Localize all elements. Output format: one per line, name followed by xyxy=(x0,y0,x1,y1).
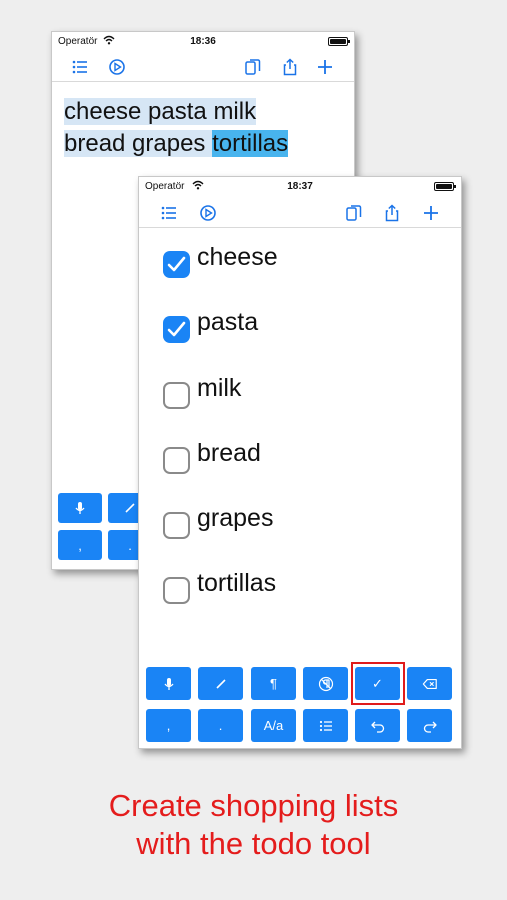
mic-key[interactable] xyxy=(58,493,102,523)
todo-item[interactable]: pasta xyxy=(139,304,461,344)
selected-text: bread grapes xyxy=(64,130,213,157)
status-time: 18:36 xyxy=(190,36,216,47)
checkbox-unchecked[interactable] xyxy=(163,512,190,539)
front-phone-screen: Operatör 18:37 cheese pasta milk bread g… xyxy=(138,176,462,749)
redo-key[interactable] xyxy=(407,709,452,742)
paragraph-key[interactable]: ¶ xyxy=(251,667,296,700)
copy-icon[interactable] xyxy=(241,56,265,78)
play-circle-icon[interactable] xyxy=(105,56,129,78)
delete-key[interactable] xyxy=(407,667,452,700)
list-icon xyxy=(319,720,332,731)
period-key[interactable]: . xyxy=(198,709,243,742)
play-circle-icon[interactable] xyxy=(196,202,220,224)
todo-item[interactable]: milk xyxy=(139,370,461,410)
caption-line-2: with the todo tool xyxy=(136,826,371,861)
wifi-icon xyxy=(103,35,115,45)
redo-icon xyxy=(423,721,437,733)
no-paragraph-key[interactable] xyxy=(303,667,348,700)
toolbar xyxy=(139,198,461,228)
slash-key[interactable] xyxy=(198,667,243,700)
checkmark-icon xyxy=(167,321,186,337)
copy-icon[interactable] xyxy=(342,202,366,224)
highlighted-word: tortillas xyxy=(212,130,289,157)
text-line-2: bread grapes tortillas xyxy=(64,128,289,160)
share-icon[interactable] xyxy=(278,56,302,78)
mic-key[interactable] xyxy=(146,667,191,700)
slash-icon xyxy=(125,503,135,513)
undo-icon xyxy=(370,721,384,733)
todo-label: pasta xyxy=(197,308,259,336)
todo-label: bread xyxy=(197,439,261,467)
list-key[interactable] xyxy=(303,709,348,742)
todo-label: cheese xyxy=(197,243,278,271)
checkbox-unchecked[interactable] xyxy=(163,447,190,474)
checkbox-checked[interactable] xyxy=(163,316,190,343)
delete-icon xyxy=(422,678,437,689)
comma-key[interactable]: , xyxy=(58,530,102,560)
todo-label: tortillas xyxy=(197,569,277,597)
todo-item[interactable]: cheese xyxy=(139,239,461,279)
todo-item[interactable]: grapes xyxy=(139,500,461,540)
checkbox-unchecked[interactable] xyxy=(163,382,190,409)
todo-label: grapes xyxy=(197,504,274,532)
wifi-icon xyxy=(192,180,204,190)
toolbar xyxy=(52,52,354,82)
share-icon[interactable] xyxy=(380,202,404,224)
checkbox-unchecked[interactable] xyxy=(163,577,190,604)
checkmark-key-highlight xyxy=(351,662,405,705)
checkbox-checked[interactable] xyxy=(163,251,190,278)
list-icon[interactable] xyxy=(157,202,181,224)
carrier-label: Operatör xyxy=(58,36,98,47)
text-editor[interactable]: cheese pasta milk bread grapes tortillas xyxy=(64,96,289,160)
no-paragraph-icon xyxy=(318,676,333,691)
list-icon[interactable] xyxy=(68,56,92,78)
status-bar: Operatör 18:36 xyxy=(52,32,354,52)
status-time: 18:37 xyxy=(287,181,313,192)
mic-icon xyxy=(163,677,174,690)
plus-icon[interactable] xyxy=(419,202,443,224)
mic-icon xyxy=(75,502,85,514)
battery-icon xyxy=(328,37,350,46)
checkmark-icon xyxy=(167,256,186,272)
case-toggle-key[interactable]: A/a xyxy=(251,709,296,742)
text-line-1: cheese pasta milk xyxy=(64,96,288,128)
todo-label: milk xyxy=(197,374,242,402)
selected-text: cheese pasta milk xyxy=(64,98,257,125)
undo-key[interactable] xyxy=(355,709,400,742)
comma-key[interactable]: , xyxy=(146,709,191,742)
battery-icon xyxy=(434,182,456,191)
slash-icon xyxy=(215,678,226,689)
todo-item[interactable]: bread xyxy=(139,435,461,475)
status-bar: Operatör 18:37 xyxy=(139,177,461,197)
carrier-label: Operatör xyxy=(145,181,185,192)
plus-icon[interactable] xyxy=(313,56,337,78)
todo-item[interactable]: tortillas xyxy=(139,565,461,605)
promo-caption: Create shopping lists with the todo tool xyxy=(0,787,507,863)
caption-line-1: Create shopping lists xyxy=(108,788,399,823)
